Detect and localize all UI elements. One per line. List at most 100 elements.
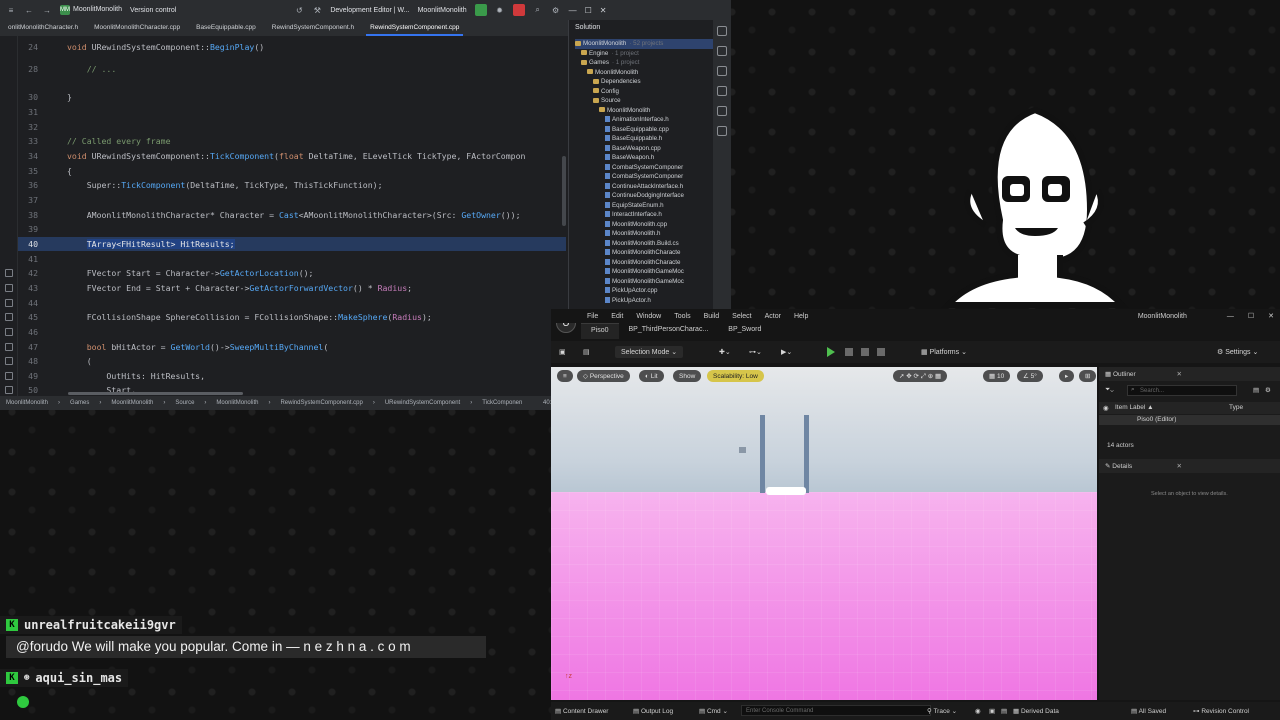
gutter-marker-icon[interactable] — [5, 357, 13, 365]
code-line[interactable]: 34 void URewindSystemComponent::TickCompo… — [18, 149, 566, 163]
tree-file[interactable]: MoonlitMonolithGameMoc — [605, 267, 713, 277]
code-line[interactable]: 47 bool bHitActor = GetWorld()->SweepMul… — [18, 340, 566, 354]
visibility-icon[interactable]: ◉ — [1103, 404, 1109, 412]
viewport-menu-icon[interactable]: ≡ — [557, 370, 573, 382]
tree-file[interactable]: InteractInterface.h — [605, 210, 713, 220]
breadcrumb-item[interactable]: MoonlitMonolith — [216, 400, 258, 406]
tree-file[interactable]: MoonlitMonolith.h — [605, 229, 713, 239]
tree-folder[interactable]: Dependencies — [593, 77, 713, 87]
screenshot-icon[interactable]: ▤ — [1001, 707, 1007, 715]
step-icon[interactable] — [845, 346, 853, 358]
run-target-selector[interactable]: MoonlitMonolith — [418, 7, 467, 14]
back-icon[interactable]: ← — [24, 6, 34, 15]
code-line[interactable]: 41 — [18, 252, 566, 266]
tree-file[interactable]: BaseEquippable.cpp — [605, 125, 713, 135]
hammer-icon[interactable]: ⚒ — [312, 6, 322, 15]
code-line[interactable]: 37 — [18, 193, 566, 207]
tree-file[interactable]: MoonlitMonolithCharacte — [605, 258, 713, 268]
editor-tab[interactable]: MoonlitMonolithCharacter.cpp — [86, 20, 188, 36]
gutter-marker-icon[interactable] — [5, 284, 13, 292]
tree-folder[interactable]: Engine · 1 project — [581, 49, 713, 59]
record-icon[interactable]: ◉ — [975, 707, 981, 715]
tree-file[interactable]: EquipStateEnum.h — [605, 201, 713, 211]
tree-file[interactable]: CombatSystemComponer — [605, 163, 713, 173]
ue-menu-edit[interactable]: Edit — [611, 313, 623, 320]
breadcrumb-item[interactable]: MoonlitMonolith — [6, 400, 48, 406]
debug-icon[interactable]: ✹ — [495, 6, 505, 15]
editor-tab[interactable]: onlitMonolithCharacter.h — [0, 20, 86, 36]
ue-menu-actor[interactable]: Actor — [765, 313, 781, 320]
breadcrumb-item[interactable]: Games — [70, 400, 89, 406]
item-label-column[interactable]: Item Label ▲ — [1115, 404, 1154, 411]
code-line[interactable]: 44 — [18, 296, 566, 310]
tree-folder[interactable]: Source — [593, 96, 713, 106]
play-icon[interactable] — [827, 346, 835, 358]
tree-folder[interactable]: MoonlitMonolith — [587, 68, 713, 78]
code-editor[interactable]: 24 void URewindSystemComponent::BeginPlay… — [0, 36, 568, 396]
details-close-icon[interactable]: ✕ — [1177, 462, 1182, 470]
content-drawer-button[interactable]: ▤ Content Drawer — [555, 707, 608, 715]
stop-icon[interactable] — [512, 4, 525, 16]
gutter-marker-icon[interactable] — [5, 313, 13, 321]
tree-folder[interactable]: Games · 1 project — [581, 58, 713, 68]
scalability-badge[interactable]: Scalability: Low — [707, 370, 764, 382]
menu-icon[interactable]: ≡ — [6, 6, 16, 15]
settings-icon[interactable]: ⚙ — [551, 6, 561, 15]
ue-menu-tools[interactable]: Tools — [674, 313, 690, 320]
tree-file[interactable]: MoonlitMonolithGameMoc — [605, 277, 713, 287]
ue-menu-help[interactable]: Help — [794, 313, 808, 320]
database-icon[interactable] — [717, 66, 727, 76]
horizontal-scrollbar[interactable] — [68, 392, 243, 395]
outliner-close-icon[interactable]: ✕ — [1177, 370, 1182, 378]
stop-play-icon[interactable] — [861, 346, 869, 358]
code-line[interactable]: 38 AMoonlitMonolithCharacter* Character … — [18, 208, 566, 222]
ue-menu-window[interactable]: Window — [636, 313, 661, 320]
tree-folder[interactable]: MoonlitMonolith — [599, 106, 713, 116]
code-line[interactable]: 24 void URewindSystemComponent::BeginPlay… — [18, 40, 566, 54]
perspective-button[interactable]: ◇ Perspective — [577, 370, 630, 382]
settings-button[interactable]: ⚙ Settings ⌄ — [1217, 346, 1258, 358]
content-browser-icon[interactable]: ▤ — [583, 346, 590, 358]
search-icon[interactable]: ⌕ — [533, 5, 543, 15]
ue-asset-tab[interactable]: BP_ThirdPersonCharac... — [619, 323, 719, 339]
outliner-search-input[interactable]: Search... — [1127, 385, 1237, 396]
tree-file[interactable]: BaseWeapon.cpp — [605, 144, 713, 154]
breadcrumb-item[interactable]: Source — [175, 400, 194, 406]
blueprint-icon[interactable]: ⊶⌄ — [749, 346, 762, 358]
minimize-icon[interactable]: — — [569, 6, 577, 15]
gutter-marker-icon[interactable] — [5, 299, 13, 307]
derived-data-button[interactable]: ▦ Derived Data — [1013, 707, 1059, 715]
tree-file[interactable]: PickUpActor.h — [605, 296, 713, 306]
ue-asset-tab[interactable]: Piso0 — [581, 323, 619, 339]
tree-file[interactable]: MoonlitMonolith.cpp — [605, 220, 713, 230]
tree-folder[interactable]: MoonlitMonolith · 52 projects — [575, 39, 713, 49]
code-line[interactable]: 31 — [18, 105, 566, 119]
ue-menu-build[interactable]: Build — [704, 313, 720, 320]
run-icon[interactable] — [474, 4, 487, 16]
forward-icon[interactable]: → — [42, 6, 52, 15]
all-saved-button[interactable]: ▤ All Saved — [1131, 707, 1166, 715]
editor-tab[interactable]: RewindSystemComponent.h — [264, 20, 362, 36]
code-line[interactable]: 32 — [18, 120, 566, 134]
unit-test-icon[interactable] — [717, 106, 727, 116]
code-line[interactable]: 36 Super::TickComponent(DeltaTime, TickT… — [18, 178, 566, 192]
trace-button[interactable]: ⚲ Trace ⌄ — [927, 707, 957, 715]
tree-file[interactable]: PickUpActor.cpp — [605, 286, 713, 296]
tree-file[interactable]: ContinueAttackInterface.h — [605, 182, 713, 192]
breadcrumb-item[interactable]: RewindSystemComponent.cpp — [280, 400, 362, 406]
tree-file[interactable]: CombatSystemComponer — [605, 172, 713, 182]
code-line[interactable]: 35 { — [18, 164, 566, 178]
angle-snap[interactable]: ∠ 5° — [1017, 370, 1043, 382]
ue-menu-select[interactable]: Select — [732, 313, 751, 320]
tree-file[interactable]: MoonlitMonolithCharacte — [605, 248, 713, 258]
breadcrumb-item[interactable]: MoonlitMonolith — [111, 400, 153, 406]
outliner-row[interactable]: Piso0 (Editor) — [1099, 415, 1280, 425]
close-icon[interactable]: ✕ — [600, 6, 607, 15]
console-input[interactable]: Enter Console Command — [741, 705, 931, 716]
add-actor-icon[interactable]: ✚⌄ — [719, 346, 731, 358]
gutter-marker-icon[interactable] — [5, 269, 13, 277]
notifications-icon[interactable] — [717, 26, 727, 36]
code-line[interactable]: 39 — [18, 222, 566, 236]
ue-close-icon[interactable]: ✕ — [1268, 312, 1274, 320]
save-icon[interactable]: ▣ — [559, 346, 566, 358]
